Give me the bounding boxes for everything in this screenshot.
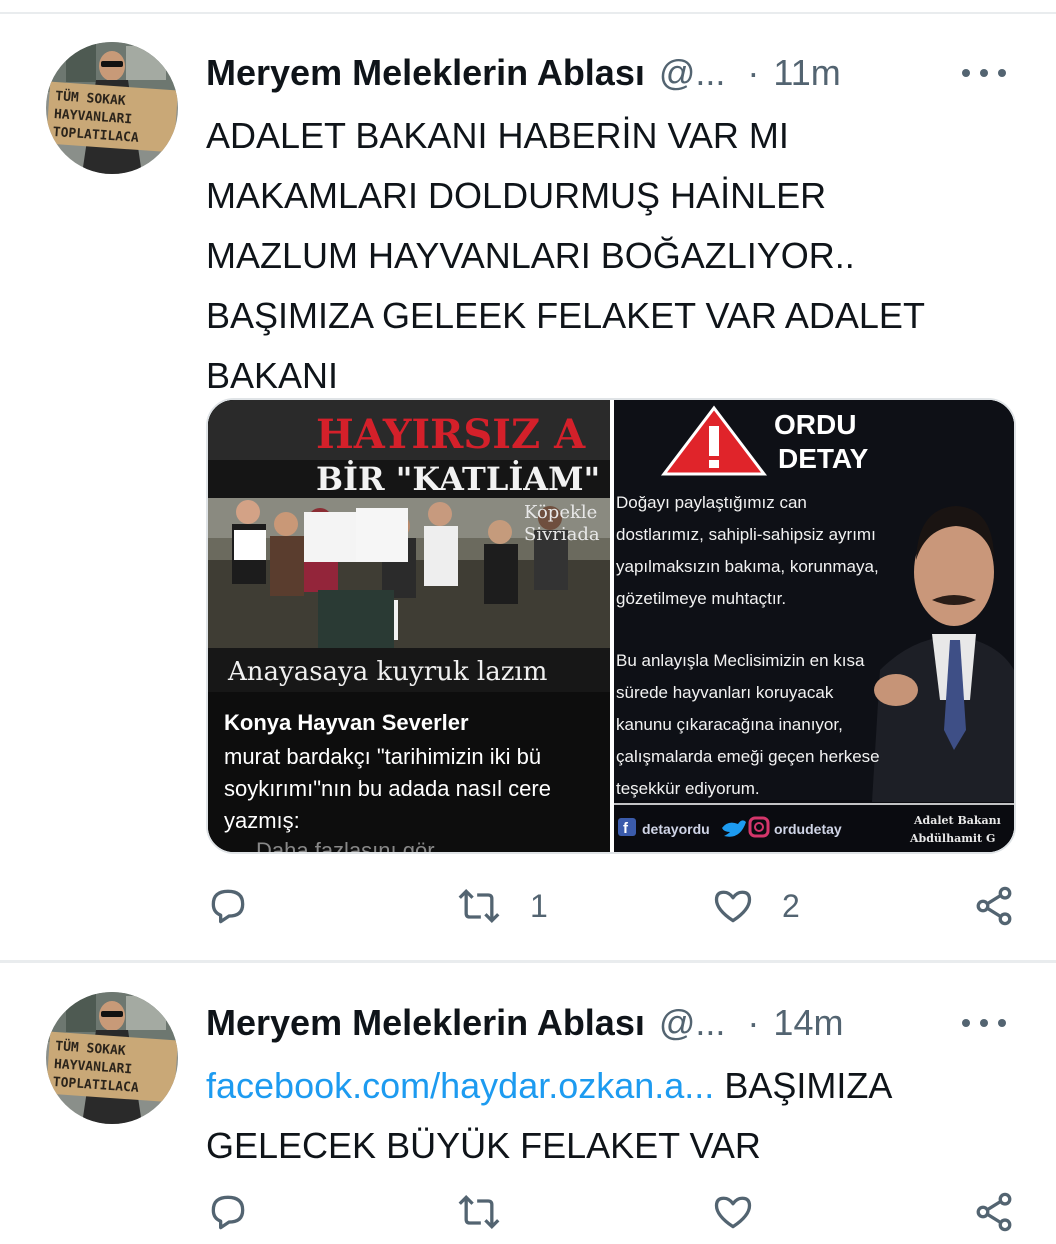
avatar-image: TÜM SOKAK HAYVANLARI TOPLATILACA — [46, 992, 178, 1124]
reply-icon — [211, 889, 245, 924]
separator-dot: · — [747, 52, 760, 93]
news-screenshot: HAYIRSIZ A BİR "KATLİAM" Köpekle Sivriad… — [208, 400, 610, 852]
tweet-text: ADALET BAKANI HABERİN VAR MI MAKAMLARI D… — [206, 106, 1006, 406]
share-icon — [976, 886, 1012, 926]
footer-facebook: detayordu — [642, 821, 710, 837]
tweet-text-line: ADALET BAKANI HABERİN VAR MI — [206, 115, 789, 156]
share-button[interactable] — [972, 874, 1016, 938]
retweet-count: 1 — [530, 887, 548, 924]
tweet-text-line: BAŞIMIZA GELEEK FELAKET VAR ADALET — [206, 295, 925, 336]
news-side-text: Sivriada — [524, 524, 600, 545]
reply-button[interactable] — [206, 1180, 250, 1244]
share-button[interactable] — [972, 1180, 1016, 1244]
tweet-text: facebook.com/haydar.ozkan.a... BAŞIMIZA … — [206, 1056, 1006, 1176]
quote-line: kanunu çıkaracağına inanıyor, — [616, 715, 843, 734]
post-title: Konya Hayvan Severler — [224, 710, 469, 735]
post-line: yazmış: — [224, 808, 300, 833]
avatar[interactable]: TÜM SOKAK HAYVANLARI TOPLATILACA — [46, 42, 178, 174]
tweet-header: Meryem Meleklerin Ablası @... · 14m — [206, 998, 1016, 1048]
ordu-detay-poster: ORDU DETAY Doğayı paylaştığımız can dost… — [614, 400, 1014, 852]
author-handle[interactable]: @... — [659, 1002, 726, 1044]
more-icon[interactable] — [962, 58, 1006, 88]
top-separator — [0, 0, 1056, 14]
like-button[interactable] — [710, 1180, 756, 1244]
post-line: soykırımı"nın bu adada nasıl cere — [224, 776, 551, 801]
post-line: Daha fazlasını gör — [256, 838, 435, 852]
like-icon — [714, 890, 752, 923]
retweet-icon — [458, 888, 500, 924]
like-button[interactable]: 2 — [710, 874, 800, 938]
external-link[interactable]: facebook.com/haydar.ozkan.a... — [206, 1065, 714, 1106]
author-name[interactable]: Meryem Meleklerin Ablası — [206, 52, 645, 94]
quote-line: çalışmalarda emeği geçen herkese — [616, 747, 880, 766]
author-name[interactable]: Meryem Meleklerin Ablası — [206, 1002, 645, 1044]
quote-line: Bu anlayışla Meclisimizin en kısa — [616, 651, 865, 670]
media-grid[interactable]: HAYIRSIZ A BİR "KATLİAM" Köpekle Sivriad… — [206, 398, 1016, 854]
signature-line: Adalet Bakanı — [913, 814, 1001, 827]
tweet-text-line: GELECEK BÜYÜK FELAKET VAR — [206, 1125, 761, 1166]
brand-line: ORDU — [774, 409, 856, 440]
avatar[interactable]: TÜM SOKAK HAYVANLARI TOPLATILACA — [46, 992, 178, 1124]
post-line: murat bardakçı "tarihimizin iki bü — [224, 744, 541, 769]
avatar-image: TÜM SOKAK HAYVANLARI TOPLATILACA — [46, 42, 178, 174]
tweet[interactable]: TÜM SOKAK HAYVANLARI TOPLATILACA Meryem … — [0, 964, 1056, 1232]
tweet-header: Meryem Meleklerin Ablası @... · 11m — [206, 48, 1016, 98]
brand-line: DETAY — [778, 443, 869, 474]
quote-line: yapılmaksızın bakıma, korunmaya, — [616, 557, 879, 576]
quote-line: Doğayı paylaştığımız can — [616, 493, 807, 512]
separator-dot: · — [747, 1002, 760, 1043]
tweet-divider — [0, 960, 1056, 963]
reply-icon — [211, 1195, 245, 1230]
tweet-text-fragment: BAŞIMIZA — [714, 1065, 893, 1106]
share-icon — [976, 1192, 1012, 1232]
reply-button[interactable] — [206, 874, 250, 938]
like-count: 2 — [782, 887, 800, 924]
news-banner: Anayasaya kuyruk lazım — [227, 657, 547, 687]
tweet-text-line: MAZLUM HAYVANLARI BOĞAZLIYOR.. — [206, 235, 855, 276]
media-image-left[interactable]: HAYIRSIZ A BİR "KATLİAM" Köpekle Sivriad… — [208, 400, 610, 852]
tweet-actions — [206, 1180, 1016, 1244]
news-subheadline: BİR "KATLİAM" — [316, 460, 600, 498]
news-headline: HAYIRSIZ A — [316, 411, 586, 458]
tweet-text-line: BAKANI — [206, 355, 339, 396]
tweet[interactable]: TÜM SOKAK HAYVANLARI TOPLATILACA Meryem … — [0, 14, 1056, 962]
timestamp[interactable]: 11m — [773, 52, 840, 94]
quote-line: sürede hayvanları koruyacak — [616, 683, 834, 702]
facebook-icon: f — [618, 818, 636, 837]
like-icon — [714, 1196, 752, 1229]
retweet-icon — [458, 1194, 500, 1230]
quote-line: gözetilmeye muhtaçtır. — [616, 589, 786, 608]
footer-instagram: ordudetay — [774, 821, 842, 837]
media-image-right[interactable]: ORDU DETAY Doğayı paylaştığımız can dost… — [614, 400, 1014, 852]
tweet-actions: 1 2 — [206, 874, 1016, 938]
tweet-text-line: facebook.com/haydar.ozkan.a... BAŞIMIZA — [206, 1056, 1006, 1116]
quote-line: teşekkür ediyorum. — [616, 779, 760, 798]
retweet-button[interactable] — [454, 1180, 504, 1244]
news-side-text: Köpekle — [524, 502, 597, 523]
tweet-text-line: MAKAMLARI DOLDURMUŞ HAİNLER — [206, 175, 827, 216]
retweet-button[interactable]: 1 — [454, 874, 548, 938]
quote-line: dostlarımız, sahipli-sahipsiz ayrımı — [616, 525, 876, 544]
timestamp[interactable]: 14m — [773, 1002, 843, 1044]
more-icon[interactable] — [962, 1008, 1006, 1038]
signature-line: Abdülhamit G — [909, 832, 995, 845]
author-handle[interactable]: @... — [659, 52, 726, 94]
